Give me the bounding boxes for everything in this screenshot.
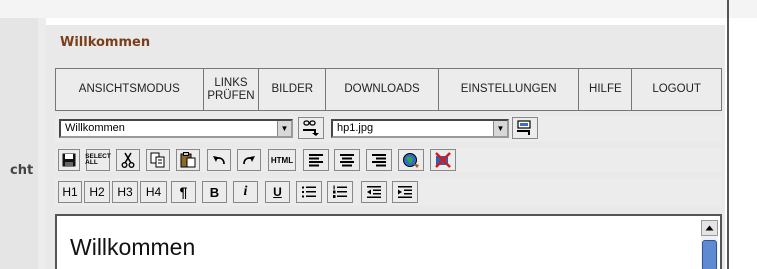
align-left-icon xyxy=(309,154,323,167)
heading-1-button[interactable]: H1 xyxy=(58,181,82,203)
bullet-list-icon xyxy=(302,186,316,198)
spellcheck-globe-icon xyxy=(403,153,419,168)
paste-icon xyxy=(180,152,196,168)
redo-icon xyxy=(243,156,255,165)
heading-4-button[interactable]: H4 xyxy=(140,181,167,203)
numbered-list-icon xyxy=(333,185,347,198)
indent-icon xyxy=(398,186,412,198)
scroll-up-button[interactable] xyxy=(701,220,718,236)
sidebar-cut-label: cht xyxy=(10,163,34,178)
editor-area[interactable]: Willkommen xyxy=(55,214,722,269)
menu-bilder[interactable]: BILDER xyxy=(259,69,327,110)
spellcheck-button[interactable] xyxy=(398,149,424,171)
paste-button[interactable] xyxy=(176,149,200,171)
align-right-icon xyxy=(372,154,386,167)
align-right-button[interactable] xyxy=(366,149,392,171)
panel-title: Willkommen xyxy=(60,35,151,50)
menu-hilfe[interactable]: HILFE xyxy=(579,69,633,110)
outdent-button[interactable] xyxy=(361,181,387,203)
insert-image-button[interactable] xyxy=(512,117,538,139)
indent-button[interactable] xyxy=(392,181,418,203)
bullet-list-button[interactable] xyxy=(296,181,322,203)
align-center-icon xyxy=(340,154,354,167)
image-select[interactable]: hp1.jpg ▼ xyxy=(331,119,509,138)
undo-button[interactable] xyxy=(207,149,231,171)
select-all-button[interactable]: SELECT ALL xyxy=(85,149,111,171)
redo-button[interactable] xyxy=(237,149,261,171)
top-strip xyxy=(0,0,757,18)
right-divider xyxy=(727,0,729,269)
paragraph-button[interactable]: ¶ xyxy=(171,181,196,203)
chevron-down-icon[interactable]: ▼ xyxy=(277,121,291,136)
numbered-list-button[interactable] xyxy=(327,181,353,203)
bold-button[interactable]: B xyxy=(202,181,227,203)
insert-image-icon xyxy=(517,120,531,135)
floppy-disk-icon xyxy=(62,153,76,167)
remove-format-button[interactable] xyxy=(430,149,456,171)
chevron-down-icon[interactable]: ▼ xyxy=(493,121,507,136)
save-button[interactable] xyxy=(58,149,80,171)
copy-button[interactable] xyxy=(146,149,170,171)
menu-einstellungen[interactable]: EINSTELLUNGEN xyxy=(438,69,580,110)
left-sidebar-edge xyxy=(38,18,46,269)
left-sidebar xyxy=(0,18,38,269)
link-icon xyxy=(303,120,319,136)
arrow-up-icon xyxy=(705,225,714,231)
scissors-icon xyxy=(121,152,135,168)
main-menu: ANSICHTSMODUS LINKS PRÜFEN BILDER DOWNLO… xyxy=(55,68,722,111)
menu-logout[interactable]: LOGOUT xyxy=(632,69,721,110)
heading-2-button[interactable]: H2 xyxy=(84,181,110,203)
underline-button[interactable]: U xyxy=(265,181,290,203)
scrollbar-thumb[interactable] xyxy=(702,240,717,269)
cut-button[interactable] xyxy=(116,149,140,171)
menu-ansichtsmodus[interactable]: ANSICHTSMODUS xyxy=(56,69,204,110)
remove-format-icon xyxy=(435,152,451,168)
italic-button[interactable]: i xyxy=(233,181,258,203)
page-select[interactable]: Willkommen ▼ xyxy=(59,119,293,138)
image-select-value: hp1.jpg xyxy=(337,122,374,134)
html-source-button[interactable]: HTML xyxy=(268,149,296,171)
insert-link-button[interactable] xyxy=(298,117,324,139)
menu-downloads[interactable]: DOWNLOADS xyxy=(326,69,439,110)
menu-links-pruefen[interactable]: LINKS PRÜFEN xyxy=(203,69,260,110)
page-select-value: Willkommen xyxy=(65,122,125,134)
undo-icon xyxy=(213,156,225,165)
outdent-icon xyxy=(367,186,381,198)
editor-heading[interactable]: Willkommen xyxy=(70,234,195,261)
heading-3-button[interactable]: H3 xyxy=(112,181,138,203)
align-left-button[interactable] xyxy=(303,149,329,171)
copy-icon xyxy=(150,152,165,168)
align-center-button[interactable] xyxy=(334,149,360,171)
